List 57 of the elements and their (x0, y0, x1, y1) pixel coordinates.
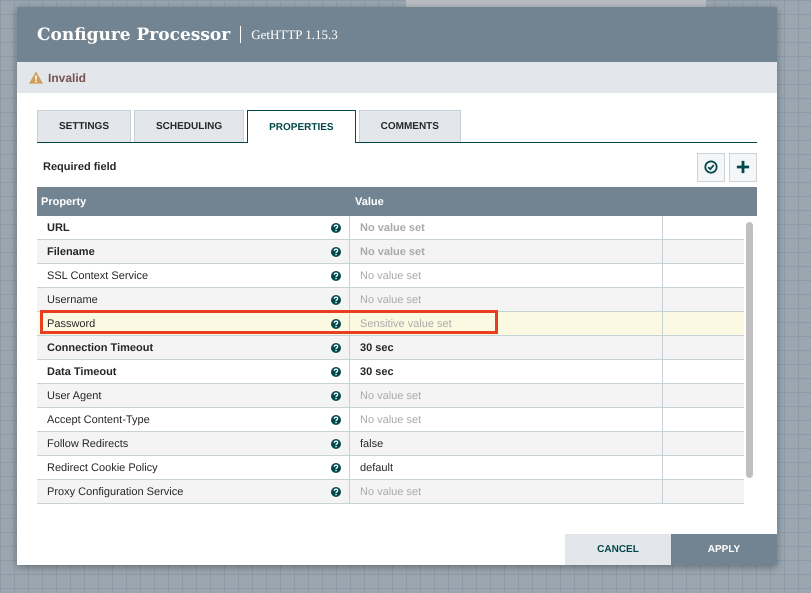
tab[interactable]: SETTINGS (37, 110, 132, 142)
help-icon[interactable] (331, 414, 341, 424)
required-field-label: Required field (43, 161, 116, 173)
status-text: Invalid (48, 70, 86, 84)
property-row[interactable]: Filename No value set (37, 240, 744, 264)
column-header: Property (40, 194, 88, 210)
tab[interactable]: SCHEDULING (134, 110, 244, 142)
property-row[interactable]: User Agent No value set (37, 384, 744, 408)
property-name: Username (47, 294, 98, 306)
help-icon[interactable] (331, 318, 341, 328)
property-name: Password (47, 318, 96, 330)
property-row[interactable]: Redirect Cookie Policy default (37, 456, 744, 480)
help-icon[interactable] (331, 486, 341, 496)
property-name: Data Timeout (47, 366, 116, 378)
warning-icon (29, 71, 43, 84)
dialog-title: Configure Processor (37, 24, 230, 44)
property-name: User Agent (47, 390, 102, 402)
help-icon[interactable] (331, 390, 341, 400)
cancel-button[interactable]: CANCEL (565, 534, 671, 565)
apply-button[interactable]: APPLY (671, 534, 777, 565)
help-icon[interactable] (331, 462, 341, 472)
property-name: Connection Timeout (47, 342, 154, 354)
property-name: Proxy Configuration Service (47, 486, 184, 498)
property-row[interactable]: Username No value set (37, 288, 744, 312)
check-circle-icon (704, 160, 718, 174)
help-icon[interactable] (331, 438, 341, 448)
property-value[interactable]: 30 sec (360, 342, 394, 354)
property-row[interactable]: Password Sensitive value set (37, 312, 744, 336)
property-value[interactable]: default (360, 462, 394, 474)
property-value[interactable]: 30 sec (360, 366, 394, 378)
property-value[interactable]: false (360, 438, 384, 450)
processor-version: GetHTTP 1.15.3 (251, 26, 338, 42)
help-icon[interactable] (331, 222, 341, 232)
help-icon[interactable] (331, 246, 341, 256)
property-row[interactable]: Connection Timeout 30 sec (37, 336, 744, 360)
plus-icon (736, 160, 750, 174)
property-name: Redirect Cookie Policy (47, 462, 158, 474)
property-name: Follow Redirects (47, 438, 128, 450)
help-icon[interactable] (331, 270, 341, 280)
property-row[interactable]: SSL Context Service No value set (37, 264, 744, 288)
column-header: Value (354, 194, 385, 210)
property-row[interactable]: Proxy Configuration Service No value set (37, 480, 744, 504)
property-name: Accept Content-Type (47, 414, 150, 426)
property-name: SSL Context Service (47, 270, 148, 282)
property-row[interactable]: URL No value set (37, 216, 744, 240)
help-icon[interactable] (331, 366, 341, 376)
tab[interactable]: PROPERTIES (247, 110, 356, 143)
property-row[interactable]: Follow Redirects false (37, 432, 744, 456)
property-name: Filename (47, 246, 95, 258)
property-row[interactable]: Data Timeout 30 sec (37, 360, 744, 384)
verify-button[interactable] (697, 152, 725, 182)
property-row[interactable]: Accept Content-Type No value set (37, 408, 744, 432)
tab[interactable]: COMMENTS (358, 110, 461, 142)
add-property-button[interactable] (729, 152, 757, 182)
property-name: URL (47, 222, 70, 234)
help-icon[interactable] (331, 294, 341, 304)
help-icon[interactable] (331, 342, 341, 352)
